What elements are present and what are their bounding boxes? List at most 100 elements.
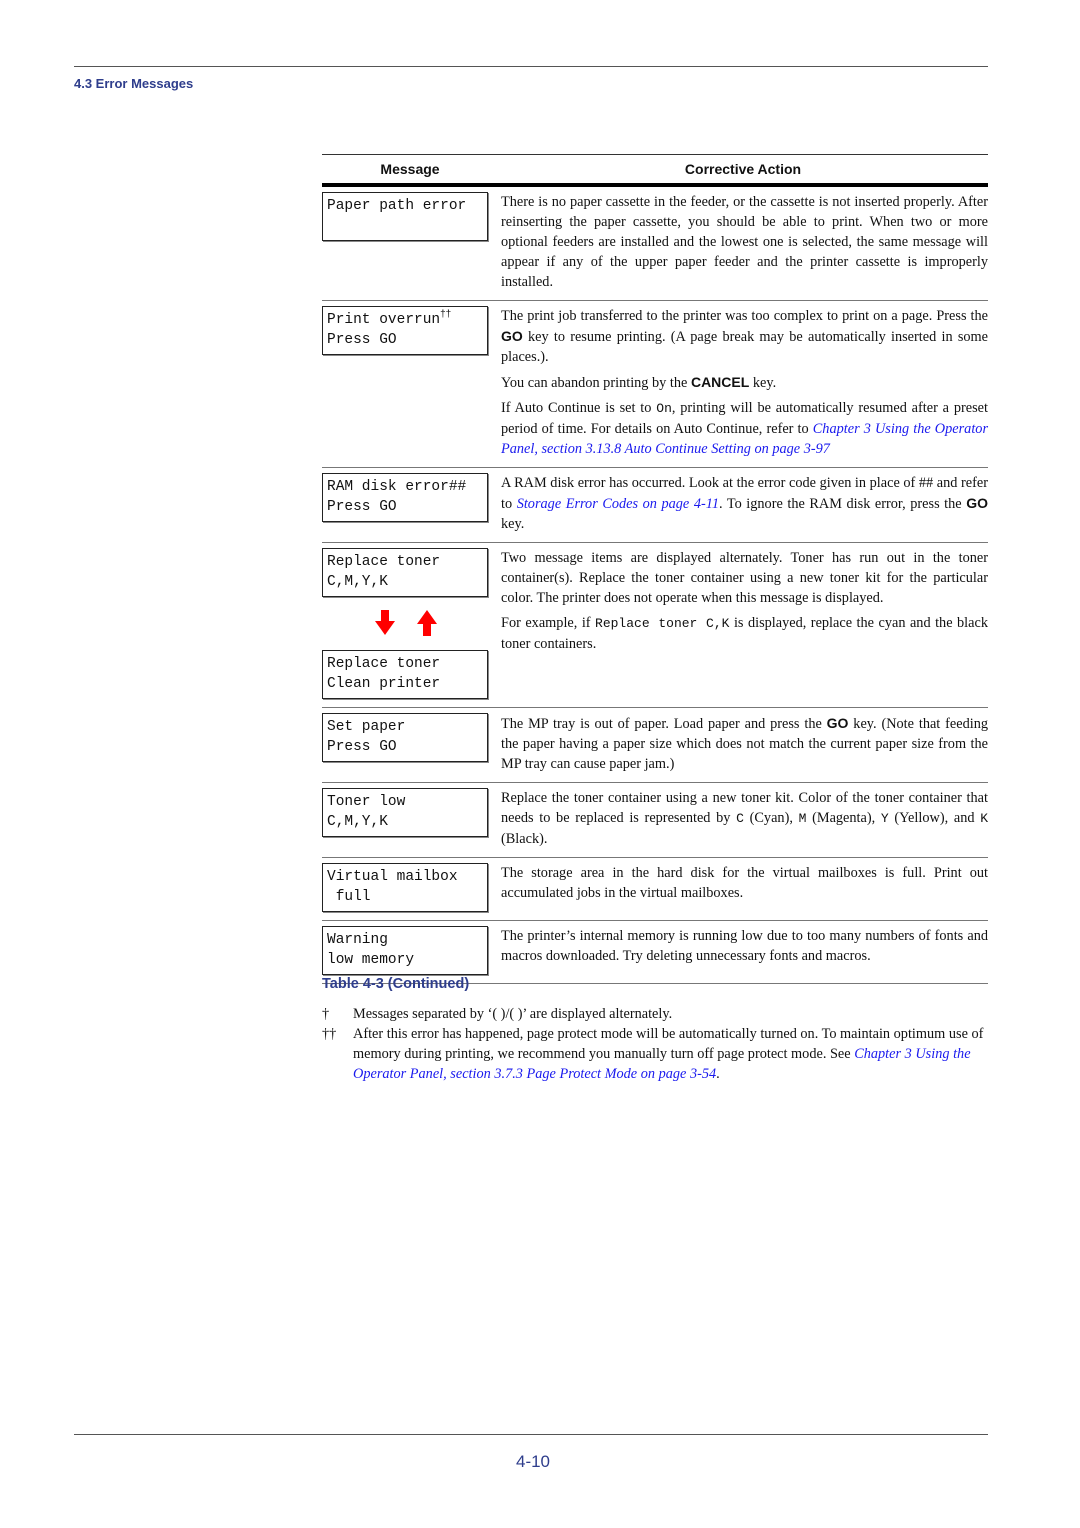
text-run: key to resume printing. (A page break ma… [501, 329, 988, 365]
lcd-message: Toner low C,M,Y,K [322, 788, 488, 837]
footnote-text: Messages separated by ‘( )/( )’ are disp… [353, 1004, 988, 1024]
corrective-action-cell: A RAM disk error has occurred. Look at t… [490, 473, 988, 534]
text-run: Messages separated by ‘( )/( )’ are disp… [353, 1006, 673, 1022]
section-header: 4.3 Error Messages [74, 76, 194, 91]
table-row: Print overrun†† Press GO The print job tra… [322, 301, 988, 468]
text-run: The MP tray is out of paper. Load paper … [501, 716, 827, 732]
action-paragraph: A RAM disk error has occurred. Look at t… [501, 473, 988, 534]
action-paragraph: The storage area in the hard disk for th… [501, 863, 988, 903]
lcd-line-2: Press GO [327, 739, 397, 755]
alternating-arrows [322, 606, 490, 640]
action-paragraph: If Auto Continue is set to On, printing … [501, 398, 988, 459]
lcd-line-2: Clean printer [327, 676, 441, 692]
table-body: Paper path error There is no paper casset… [322, 187, 988, 984]
lcd-line-1: RAM disk error## [327, 477, 487, 497]
action-paragraph: You can abandon printing by the CANCEL k… [501, 372, 988, 393]
action-paragraph: Two message items are displayed alternat… [501, 548, 988, 608]
corrective-action-cell: Two message items are displayed alternat… [490, 548, 988, 699]
message-cell: Warning low memory [322, 926, 490, 975]
lcd-line-text: Print overrun [327, 312, 441, 328]
text-run: (Yellow), and [888, 810, 981, 826]
table-header: Message Corrective Action [322, 154, 988, 187]
corrective-action-cell: The printer’s internal memory is running… [490, 926, 988, 975]
message-cell: Toner low C,M,Y,K [322, 788, 490, 849]
display-text: On [656, 401, 672, 416]
bottom-rule [74, 1434, 988, 1435]
lcd-line-2: full [327, 889, 371, 905]
message-cell: Set paper Press GO [322, 713, 490, 774]
lcd-line-2: low memory [327, 952, 415, 968]
message-cell: Replace toner C,M,Y,K Replace toner Clean p… [322, 548, 490, 699]
lcd-message: Print overrun†† Press GO [322, 306, 488, 355]
message-cell: RAM disk error## Press GO [322, 473, 490, 534]
corrective-action-cell: Replace the toner container using a new … [490, 788, 988, 849]
table-row: RAM disk error## Press GO A RAM disk error… [322, 468, 988, 543]
lcd-message: Replace toner C,M,Y,K [322, 548, 488, 597]
footnote-mark: † [322, 1006, 330, 1022]
lcd-line-2: C,M,Y,K [327, 574, 388, 590]
text-run: . [716, 1066, 720, 1082]
message-cell: Print overrun†† Press GO [322, 306, 490, 459]
table-row: Paper path error There is no paper casset… [322, 187, 988, 301]
lcd-message: Warning low memory [322, 926, 488, 975]
lcd-line-text: Warning [327, 932, 388, 948]
text-run: key. [749, 375, 777, 391]
text-run: For example, if [501, 615, 596, 631]
page-number: 4-10 [515, 1452, 551, 1471]
table-row: Virtual mailbox full The storage area in … [322, 858, 988, 921]
key-name: CANCEL [690, 374, 750, 390]
footnote-text: After this error has happened, page prot… [353, 1024, 988, 1084]
footnote: † Messages separated by ‘( )/( )’ are dis… [322, 1004, 988, 1024]
text-run: key. [501, 516, 525, 532]
action-paragraph: The printer’s internal memory is running… [501, 926, 988, 966]
table-row: Set paper Press GO The MP tray is out of p… [322, 708, 988, 783]
text-run: The printer’s internal memory is running… [501, 928, 988, 964]
text-run: (Cyan), [743, 810, 799, 826]
text-run: The print job transferred to the printer… [501, 308, 988, 324]
table-row: Warning low memory The printer’s internal … [322, 921, 988, 984]
footnote-marker: †† [440, 309, 452, 320]
lcd-line-2: C,M,Y,K [327, 814, 388, 830]
lcd-message: Replace toner Clean printer [322, 650, 488, 699]
arrow-down-icon [375, 610, 395, 635]
display-text: K [980, 811, 988, 826]
lcd-message: RAM disk error## Press GO [322, 473, 488, 522]
lcd-message: Virtual mailbox full [322, 863, 488, 912]
lcd-line-text: Toner low [327, 794, 406, 810]
corrective-action-cell: The storage area in the hard disk for th… [490, 863, 988, 912]
key-name: GO [501, 328, 523, 344]
cross-reference-link[interactable]: Storage Error Codes on page 4-11 [517, 496, 719, 512]
arrow-up-icon [417, 610, 437, 636]
lcd-line-1: Print overrun†† [327, 310, 487, 330]
lcd-message: Paper path error [322, 192, 488, 241]
lcd-line-2: Press GO [327, 499, 397, 515]
lcd-line-1: Virtual mailbox [327, 867, 487, 887]
table-caption: Table 4-3 (Continued) [322, 976, 470, 992]
lcd-line-1: Warning [327, 930, 487, 950]
lcd-line-text: Replace toner [327, 656, 441, 672]
key-name: GO [826, 715, 849, 731]
footnotes: † Messages separated by ‘( )/( )’ are dis… [322, 1004, 988, 1084]
table-row: Replace toner C,M,Y,K Replace toner Clean p… [322, 543, 988, 708]
lcd-line-1: Toner low [327, 792, 487, 812]
key-name: GO [966, 495, 988, 511]
lcd-line-text: RAM disk error## [327, 479, 467, 495]
action-paragraph: There is no paper cassette in the feeder… [501, 192, 988, 292]
corrective-action-cell: There is no paper cassette in the feeder… [490, 192, 988, 292]
text-run: You can abandon printing by the [501, 375, 691, 391]
corrective-action-cell: The print job transferred to the printer… [490, 306, 988, 459]
text-run: If Auto Continue is set to [501, 400, 657, 416]
text-run: (Black). [501, 831, 548, 847]
footnote: †† After this error has happened, page pr… [322, 1024, 988, 1084]
lcd-line-2: Press GO [327, 332, 397, 348]
text-run: (Magenta), [806, 810, 881, 826]
display-text: Replace toner C,K [595, 616, 730, 631]
footnote-mark: †† [322, 1026, 337, 1042]
display-text: C [736, 811, 744, 826]
corrective-action-cell: The MP tray is out of paper. Load paper … [490, 713, 988, 774]
lcd-line-1: Replace toner [327, 552, 487, 572]
lcd-line-1: Paper path error [327, 196, 487, 216]
message-cell: Virtual mailbox full [322, 863, 490, 912]
column-header-message: Message [380, 161, 440, 177]
column-header-action: Corrective Action [684, 161, 802, 177]
